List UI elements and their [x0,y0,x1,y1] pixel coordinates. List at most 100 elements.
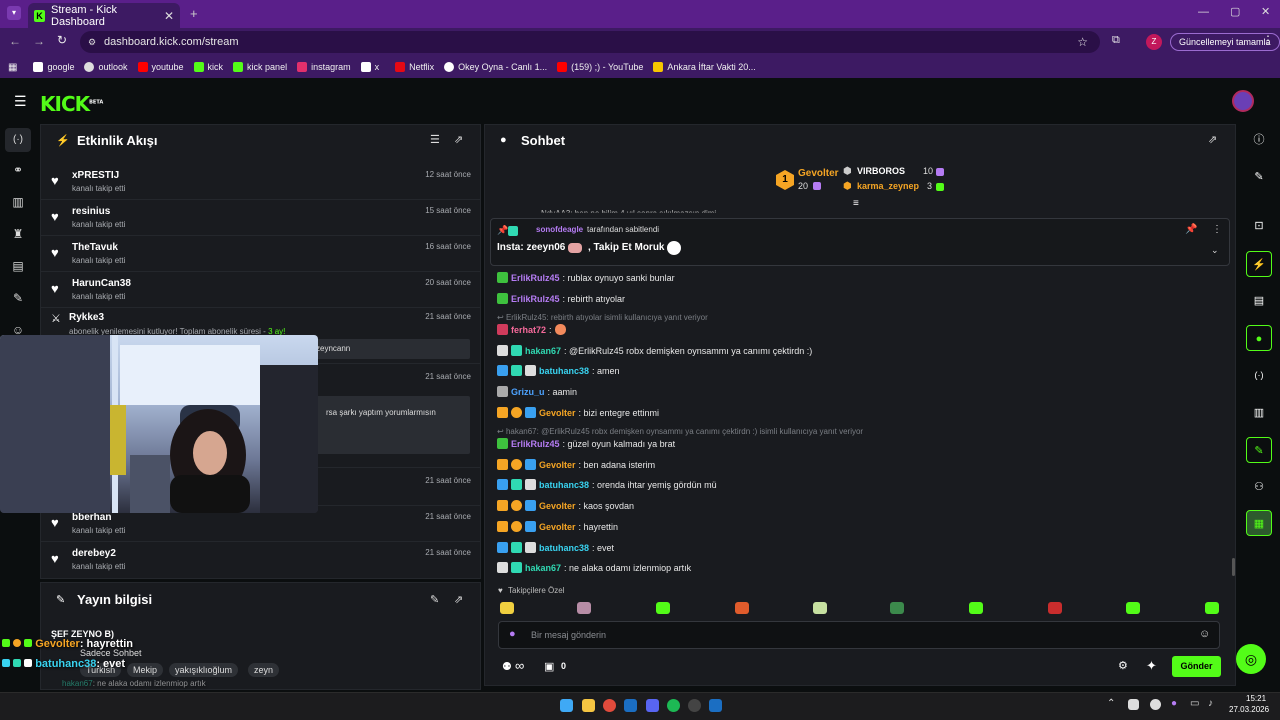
spotify-icon[interactable] [667,699,680,712]
emote-icon[interactable] [890,602,904,614]
tray-steam-icon[interactable] [1150,699,1161,710]
event-user[interactable]: bberhan [72,512,111,523]
extensions-icon[interactable]: ⧉ [1112,34,1120,47]
obs-icon[interactable] [688,699,701,712]
emote-icon[interactable] [1048,602,1062,614]
close-window-icon[interactable]: ✕ [1261,5,1270,18]
tools-icon[interactable]: ✎ [10,290,26,306]
kick-logo[interactable]: KICKBETA [40,92,103,116]
chat-user[interactable]: ErlikRulz45 [511,439,560,449]
reload-icon[interactable]: ↻ [57,33,67,47]
bookmark-instagram[interactable]: instagram [297,62,351,72]
expand-icon[interactable]: ⌄ [1211,245,1219,256]
stream-icon[interactable]: (·) [5,128,31,152]
bookmark-kick[interactable]: kick [193,62,223,72]
more-options-icon[interactable]: ⋮ [1212,224,1222,235]
new-tab-icon[interactable]: + [190,6,198,21]
event-user[interactable]: Rykke3 [69,312,104,323]
bookmark-outlook[interactable]: outlook [84,62,128,72]
pinned-by-user[interactable]: sonofdeagle [536,225,583,234]
windows-start-icon[interactable] [560,699,573,712]
maximize-icon[interactable]: ▢ [1230,5,1240,18]
close-tab-icon[interactable]: ✕ [164,9,174,23]
chat-user[interactable]: ErlikRulz45 [511,273,560,283]
chat-user[interactable]: Gevolter [539,501,576,511]
clock-date[interactable]: 27.03.2026 [1229,705,1269,714]
chat-user[interactable]: batuhanc38 [539,366,589,376]
info-icon[interactable]: ⓘ [1246,127,1272,153]
file-explorer-icon[interactable] [582,699,595,712]
leader-user[interactable]: VIRBOROS [857,166,905,176]
emotes-icon[interactable]: ✦ [1146,658,1157,674]
profile-avatar[interactable]: Z [1146,34,1162,50]
edit-icon[interactable]: ✎ [1246,164,1272,190]
bookmark-star-icon[interactable]: ☆ [1077,31,1088,53]
leader-user[interactable]: Gevolter [798,168,839,179]
bookmark-youtube[interactable]: youtube [137,62,184,72]
chat-user[interactable]: Gevolter [539,408,576,418]
support-button[interactable]: ◎ [1236,644,1266,674]
emote-icon[interactable] [656,602,670,614]
chat-user[interactable]: hakan67 [525,346,561,356]
event-user[interactable]: derebey2 [72,548,116,559]
back-icon[interactable]: ← [9,34,21,48]
chat-user[interactable]: batuhanc38 [539,480,589,490]
browser-tab[interactable]: K Stream - Kick Dashboard ✕ [28,3,180,28]
forward-icon[interactable]: → [33,34,45,48]
link-icon[interactable]: ⚭ [10,162,26,178]
document-icon[interactable]: ▤ [1246,288,1272,314]
users-icon[interactable]: ⚉ [502,660,512,673]
popout-icon[interactable]: ⇗ [454,133,463,146]
bookmark-iftar[interactable]: Ankara İftar Vakti 20... [653,62,756,72]
tab-list-icon[interactable]: ▾ [7,6,21,20]
unpin-icon[interactable]: 📌 [1185,224,1197,235]
event-user[interactable]: TheTavuk [72,242,118,253]
bookmark-netflix[interactable]: Netflix [395,62,434,72]
chat-input[interactable]: ● Bir mesaj gönderin ☺ [498,621,1220,649]
tray-volume-icon[interactable]: ♪ [1208,698,1213,709]
emote-icon[interactable] [813,602,827,614]
media-icon[interactable]: ▤ [10,258,26,274]
mic-icon[interactable]: ● [509,628,516,640]
emote-icon[interactable] [1126,602,1140,614]
emote-icon[interactable] [500,602,514,614]
bookmark-x[interactable]: x [360,62,379,72]
url-field[interactable]: ⚙ dashboard.kick.com/stream ☆ [80,31,1100,53]
tray-mic-icon[interactable]: ● [1171,698,1177,709]
hamburger-menu-icon[interactable]: ☰ [14,93,27,110]
browser-menu-icon[interactable]: ⋮ [1262,33,1274,47]
minimize-icon[interactable]: — [1198,6,1209,18]
bookmark-kick-panel[interactable]: kick panel [233,62,287,72]
event-user[interactable]: HarunCan38 [72,278,131,289]
gift-box-icon[interactable]: ▣ [544,660,554,673]
screen-icon[interactable]: ⊡ [1246,213,1272,239]
chat-scrollbar[interactable] [1232,558,1235,576]
trophy-icon[interactable]: ♜ [10,226,26,242]
filter-icon[interactable]: ☰ [430,133,440,146]
analytics-icon[interactable]: ▥ [10,194,26,210]
event-user[interactable]: xPRESTIJ [72,170,119,181]
bookmark-youtube-2[interactable]: (159) ;) - YouTube [557,62,643,72]
emote-icon[interactable] [969,602,983,614]
chat-user[interactable]: hakan67 [525,563,561,573]
print-icon[interactable]: ▥ [1246,400,1272,426]
tag-chip[interactable]: Mekip [127,663,164,677]
tray-chevron-icon[interactable]: ⌃ [1107,698,1115,709]
emoji-icon[interactable]: ☺ [1199,628,1210,640]
community-icon[interactable]: ⚇ [1246,474,1272,500]
clock-time[interactable]: 15:21 [1246,694,1266,703]
chat-user[interactable]: ferhat72 [511,325,546,335]
collapse-icon[interactable]: ≡ [853,198,859,209]
chat-user[interactable]: Grizu_u [511,387,545,397]
site-info-icon[interactable]: ⚙ [88,31,96,53]
steam-icon[interactable] [624,699,637,712]
steam-icon-2[interactable] [709,699,722,712]
popout-icon[interactable]: ⇗ [1208,133,1217,146]
broadcast-icon[interactable]: (·) [1246,362,1272,388]
chat-user[interactable]: ErlikRulz45 [511,294,560,304]
bookmark-google[interactable]: google [33,62,74,72]
tag-chip[interactable]: yakışıklıoğlum [169,663,239,677]
chat-icon[interactable]: ● [1246,325,1272,351]
send-button[interactable]: Gönder [1172,656,1221,677]
chat-user[interactable]: Gevolter [539,522,576,532]
